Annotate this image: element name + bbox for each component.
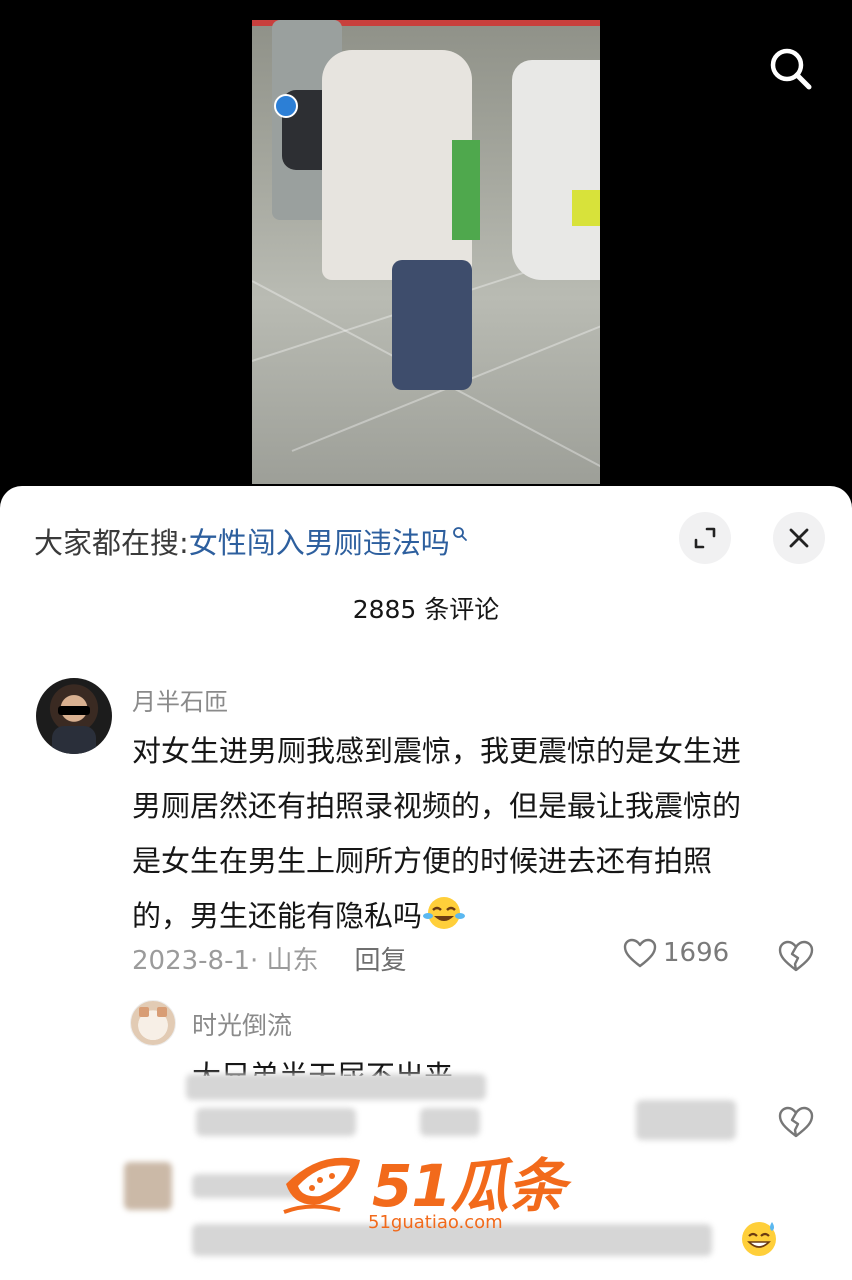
avatar-ear xyxy=(139,1007,149,1017)
site-domain: 51guatiao.com xyxy=(368,1212,503,1233)
close-icon xyxy=(789,528,809,548)
video-frame[interactable] xyxy=(252,20,600,484)
avatar-suit xyxy=(52,726,96,754)
comment-text: 对女生进男厕我感到震惊，我更震惊的是女生进 男厕居然还有拍照录视频的，但是最让我… xyxy=(132,724,812,944)
reply-text: 大兄弟半天尿不出来 xyxy=(192,1059,454,1076)
broken-heart-icon xyxy=(778,940,814,972)
urinal xyxy=(512,60,600,280)
laughing-crying-emoji xyxy=(423,897,466,929)
comment-username[interactable]: 月半石匝 xyxy=(132,682,228,717)
like-count: 1696 xyxy=(663,938,730,968)
blurred-meta xyxy=(196,1108,356,1136)
blurred-avatar xyxy=(124,1162,172,1210)
video-player[interactable] xyxy=(0,0,852,500)
avatar[interactable] xyxy=(36,678,112,754)
hot-search-prefix: 大家都在搜: xyxy=(34,526,189,560)
site-brand-name: 51瓜条 xyxy=(372,1152,566,1220)
reply-button[interactable]: 回复 xyxy=(355,940,407,977)
search-icon xyxy=(770,48,812,90)
hot-search-query: 女性闯入男厕违法吗 xyxy=(188,526,450,560)
reply-username[interactable]: 时光倒流 xyxy=(192,1006,292,1042)
person-coat xyxy=(322,50,472,280)
dislike-button[interactable] xyxy=(778,1106,814,1142)
blurred-like xyxy=(636,1100,736,1140)
like-button[interactable]: 1696 xyxy=(623,938,729,968)
blurred-text xyxy=(186,1074,486,1100)
comment-date: 2023-8-1 xyxy=(132,946,251,976)
dislike-button[interactable] xyxy=(778,940,814,976)
expand-icon xyxy=(694,527,716,549)
comment-text-line: 的，男生还能有隐私吗 xyxy=(132,899,423,933)
channel-logo xyxy=(274,94,301,118)
hot-search-link[interactable]: 女性闯入男厕违法吗 xyxy=(189,520,468,562)
reply-avatar[interactable] xyxy=(130,1000,176,1046)
comment-text-line: 是女生在男生上厕所方便的时候进去还有拍照 xyxy=(132,844,713,878)
watermelon-logo-icon xyxy=(283,1157,360,1214)
sweat-smile-icon xyxy=(742,1222,776,1256)
comment-date-location: 2023-8-1· 山东 xyxy=(132,940,319,977)
site-watermark-logo: 51瓜条 51guatiao.com xyxy=(280,1146,566,1233)
sweat-smile-emoji xyxy=(738,1218,780,1262)
comment-text-line: 对女生进男厕我感到震惊，我更震惊的是女生进 xyxy=(132,734,742,768)
avatar-ear xyxy=(157,1007,167,1017)
person-legs xyxy=(392,260,472,390)
blurred-meta xyxy=(420,1108,480,1136)
hot-search-bar: 大家都在搜: 女性闯入男厕违法吗 xyxy=(34,520,468,562)
mini-search-icon xyxy=(452,527,467,541)
yellow-sign xyxy=(572,190,600,226)
green-bag xyxy=(452,140,480,240)
comment-location: · 山东 xyxy=(250,946,319,976)
broken-heart-icon xyxy=(778,1106,814,1138)
search-button[interactable] xyxy=(764,42,818,96)
avatar-glasses xyxy=(58,706,90,715)
comment-count: 2885 条评论 xyxy=(352,595,500,624)
expand-button[interactable] xyxy=(679,512,731,564)
heart-icon xyxy=(623,938,657,968)
close-button[interactable] xyxy=(773,512,825,564)
channel-logo-icon xyxy=(274,94,298,118)
comment-text-line: 男厕居然还有拍照录视频的，但是最让我震惊的 xyxy=(132,789,742,823)
comment-meta: 2023-8-1· 山东 回复 xyxy=(132,940,407,977)
